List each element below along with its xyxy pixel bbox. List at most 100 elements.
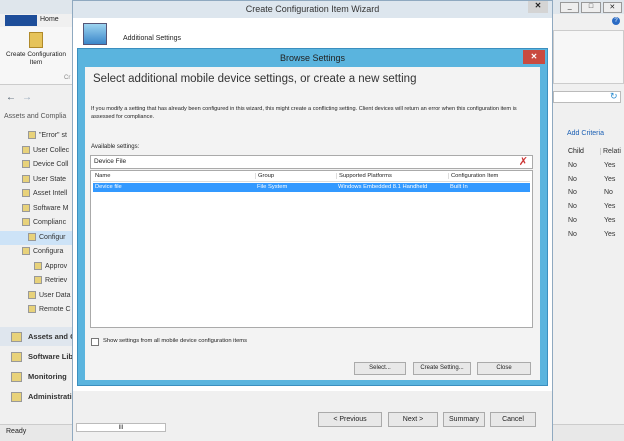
- result-cell: Yes: [604, 216, 616, 224]
- folder-icon: [28, 305, 36, 314]
- window-controls: _ □ ✕: [560, 2, 622, 13]
- nav-item-label: User Collec: [33, 146, 70, 154]
- column-header-relationship[interactable]: Relati: [600, 148, 621, 155]
- nav-item-label: Configur: [39, 233, 66, 241]
- nav-item[interactable]: Software M: [0, 202, 72, 216]
- nav-item-label: Asset Intell: [33, 190, 68, 197]
- nav-item[interactable]: User Collec: [0, 144, 72, 158]
- back-icon[interactable]: ←: [6, 92, 16, 103]
- folder-icon: [34, 276, 42, 285]
- close-button[interactable]: Close: [477, 362, 531, 375]
- workspace-icon: [11, 392, 22, 402]
- column-header[interactable]: Configuration Item: [448, 173, 498, 179]
- clear-search-icon[interactable]: ✗: [519, 155, 528, 168]
- workspace-label: Software Lib: [28, 352, 72, 361]
- nav-item[interactable]: Asset Intell: [0, 187, 72, 201]
- result-cell: No: [568, 175, 577, 183]
- cancel-button[interactable]: Cancel: [490, 412, 536, 427]
- search-input[interactable]: Device File: [94, 158, 126, 165]
- forward-icon[interactable]: →: [22, 92, 32, 103]
- nav-item-label: "Error" st: [39, 132, 67, 139]
- app-menu-button[interactable]: [5, 15, 37, 26]
- nav-item[interactable]: Remote C: [0, 303, 72, 317]
- nav-item[interactable]: Device Coll: [0, 158, 72, 172]
- workspace-label: Administratio: [28, 392, 72, 401]
- folder-icon: [22, 174, 30, 183]
- nav-item-label: Software M: [33, 204, 69, 212]
- minimize-button[interactable]: _: [560, 2, 580, 13]
- help-icon[interactable]: ?: [612, 17, 620, 25]
- nav-item-label: Device Coll: [33, 161, 69, 168]
- create-configuration-item-button[interactable]: Create Configuration Item: [2, 32, 70, 67]
- result-cell: Yes: [604, 230, 616, 238]
- nav-item[interactable]: Configura: [0, 245, 72, 259]
- browse-settings-dialog: Browse Settings ✕ Select additional mobi…: [77, 48, 548, 386]
- workspace-item[interactable]: Assets and C: [0, 327, 72, 346]
- create-setting-button[interactable]: Create Setting...: [413, 362, 471, 375]
- column-header[interactable]: Name: [95, 173, 110, 179]
- nav-item-label: User Data: [39, 291, 71, 299]
- previous-button[interactable]: < Previous: [318, 412, 382, 427]
- dialog-heading: Select additional mobile device settings…: [93, 73, 417, 85]
- dialog-close-button[interactable]: ✕: [523, 50, 545, 64]
- folder-icon: [28, 131, 36, 140]
- dialog-description: If you modify a setting that has already…: [91, 106, 517, 120]
- horizontal-scrollbar[interactable]: III: [76, 423, 166, 432]
- workspace-icon: [11, 332, 22, 342]
- search-box[interactable]: Device File ✗: [90, 155, 533, 169]
- select-button[interactable]: Select...: [354, 362, 406, 375]
- folder-icon: [22, 189, 30, 198]
- folder-icon: [22, 160, 30, 169]
- folder-icon: [22, 218, 30, 227]
- workspace-label: Assets and C: [28, 332, 72, 341]
- column-header[interactable]: Supported Platforms: [336, 173, 392, 179]
- workspace-item[interactable]: Software Lib: [0, 347, 72, 366]
- next-button[interactable]: Next >: [388, 412, 438, 427]
- column-header[interactable]: Group: [255, 173, 274, 179]
- nav-item[interactable]: User Data: [0, 289, 72, 303]
- folder-icon: [22, 203, 30, 212]
- nav-item[interactable]: Approv: [0, 260, 72, 274]
- configuration-item-icon: [29, 32, 43, 48]
- result-cell: No: [568, 162, 577, 169]
- workspace-item[interactable]: Administratio: [0, 387, 72, 406]
- nav-item-label: Configura: [33, 248, 64, 255]
- tab-home[interactable]: Home: [40, 16, 59, 23]
- nav-item[interactable]: Configur: [0, 230, 72, 245]
- setting-row[interactable]: Device file File System Windows Embedded 8…: [93, 183, 530, 192]
- folder-icon: [28, 290, 36, 299]
- workspace-item[interactable]: Monitoring: [0, 367, 72, 386]
- result-cell: No: [568, 189, 577, 197]
- computer-icon: [83, 23, 107, 45]
- breadcrumb: Assets and Complia: [4, 113, 67, 120]
- nav-item[interactable]: Complianc: [0, 216, 72, 230]
- workspace-label: Monitoring: [28, 372, 67, 381]
- nav-item-label: Retriev: [45, 277, 68, 284]
- result-cell: Yes: [604, 162, 616, 169]
- column-header-child[interactable]: Child: [568, 148, 584, 155]
- add-criteria-link[interactable]: Add Criteria: [567, 130, 604, 137]
- nav-item[interactable]: User State: [0, 173, 72, 187]
- result-cell: No: [604, 189, 613, 197]
- nav-item-label: Remote C: [39, 306, 71, 313]
- nav-item[interactable]: "Error" st: [0, 129, 72, 143]
- list-header: Name Group Supported Platforms Configuratio…: [93, 172, 530, 182]
- close-window-button[interactable]: ✕: [602, 2, 622, 13]
- show-all-checkbox[interactable]: [91, 338, 99, 346]
- maximize-button[interactable]: □: [581, 2, 601, 13]
- result-cell: No: [568, 230, 577, 238]
- refresh-icon[interactable]: ↻: [610, 91, 618, 102]
- folder-icon: [22, 247, 30, 256]
- summary-button[interactable]: Summary: [443, 412, 485, 427]
- status-text: Ready: [6, 428, 27, 435]
- nav-item-label: User State: [33, 175, 67, 183]
- result-cell: Yes: [604, 175, 616, 183]
- ribbon-right: [553, 30, 624, 84]
- wizard-title: Create Configuration Item Wizard: [245, 4, 380, 14]
- folder-icon: [34, 261, 42, 270]
- nav-item[interactable]: Retriev: [0, 274, 72, 288]
- settings-list: Name Group Supported Platforms Configuratio…: [90, 170, 533, 328]
- workspace-icon: [11, 372, 22, 382]
- wizard-close-button[interactable]: ✕: [528, 1, 548, 13]
- setting-cell: Windows Embedded 8.1 Handheld: [338, 184, 428, 190]
